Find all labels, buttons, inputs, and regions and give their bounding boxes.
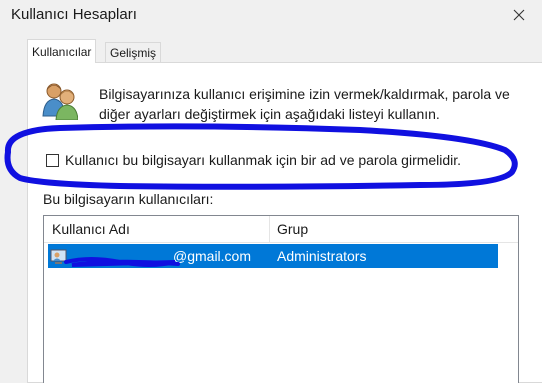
- table-row[interactable]: @gmail.com Administrators: [48, 244, 498, 268]
- users-list[interactable]: Kullanıcı Adı Grup @gmail.com Administra…: [43, 215, 519, 383]
- title-bar: Kullanıcı Hesapları: [0, 0, 542, 30]
- row-username: @gmail.com: [173, 248, 252, 264]
- require-password-label[interactable]: Kullanıcı bu bilgisayarı kullanmak için …: [65, 152, 461, 168]
- users-section-label: Bu bilgisayarın kullanıcıları:: [43, 191, 214, 207]
- require-password-row[interactable]: Kullanıcı bu bilgisayarı kullanmak için …: [46, 151, 461, 169]
- close-icon: [513, 9, 525, 21]
- close-button[interactable]: [496, 0, 542, 30]
- column-header-group[interactable]: Grup: [277, 216, 308, 242]
- users-icon: [42, 83, 78, 120]
- tab-advanced[interactable]: Gelişmiş: [105, 42, 162, 62]
- column-divider[interactable]: [269, 216, 270, 242]
- require-password-checkbox[interactable]: [46, 153, 59, 167]
- window-title: Kullanıcı Hesapları: [11, 6, 137, 23]
- list-header: Kullanıcı Adı Grup: [44, 216, 518, 243]
- description-text: Bilgisayarınıza kullanıcı erişimine izin…: [99, 86, 510, 122]
- column-header-username[interactable]: Kullanıcı Adı: [52, 216, 130, 242]
- row-group: Administrators: [277, 248, 367, 264]
- user-icon: [50, 249, 67, 264]
- tab-users[interactable]: Kullanıcılar: [27, 39, 97, 63]
